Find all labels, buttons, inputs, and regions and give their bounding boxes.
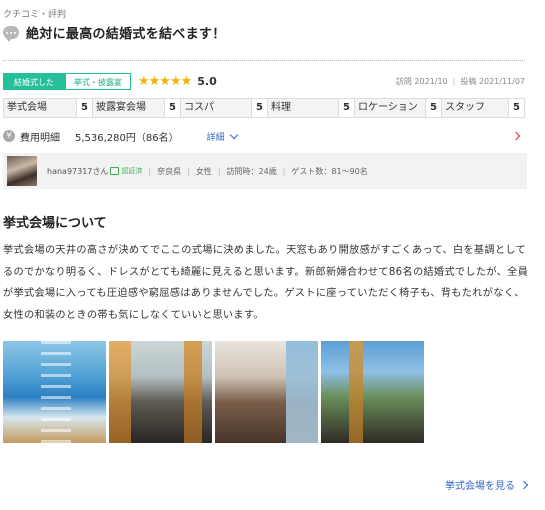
speech-bubble-icon [3,26,19,42]
cost-detail-toggle[interactable]: 詳細 [206,130,238,143]
chevron-down-icon [229,130,238,139]
venue-photo[interactable] [321,341,424,443]
venue-photo[interactable] [109,341,212,443]
status-badge-married: 結婚式した [3,72,65,90]
verified-badge: 認証済 [110,166,142,176]
review-title-row: 絶対に最高の結婚式を結べます！ [3,23,226,42]
chevron-right-icon[interactable] [511,131,521,141]
guest-count: ゲスト数：81〜90名 [291,166,368,176]
review-status-row: 結婚式した 挙式・披露宴 ★★★★★ 5.0 訪問 2021/10 | 投稿 202… [3,72,525,90]
cost-label: 費用明細 [20,132,60,144]
review-title: 絶対に最高の結婚式を結べます！ [26,27,226,42]
score-value: 5 [76,99,92,117]
breadcrumb: クチコミ・評判 [3,10,67,20]
cost-amount: 5,536,280円（86名） [75,132,179,144]
score-cell: ロケーション 5 [355,99,442,117]
score-cell: コスパ 5 [181,99,268,117]
star-rating-icon: ★★★★★ [138,73,192,89]
venue-photo[interactable] [3,341,106,443]
score-value: 5 [508,99,524,117]
score-label: 料理 [268,99,338,117]
reviewer-gender: 女性 [195,166,212,176]
score-cell: 挙式会場 5 [4,99,93,117]
post-date: 投稿 2021/11/07 [460,76,525,86]
verified-icon [110,167,120,175]
review-body: 挙式会場の天井の高さが決めてでここの式場に決めました。天窓もあり開放感がすごくあ… [3,245,529,321]
cost-detail-label: 詳細 [206,132,225,143]
reviewer-meta: hana97317さん 認証済 | 奈良県 | 女性 | 訪問時：24歳 | ゲスト数：… [47,166,368,177]
rating-score: 5.0 [197,74,217,88]
score-cell: 料理 5 [268,99,355,117]
score-value: 5 [338,99,354,117]
review-dates: 訪問 2021/10 | 投稿 2021/11/07 [395,76,525,86]
see-ceremony-venue-label: 挙式会場を見る [445,481,515,492]
reviewer-name[interactable]: hana97317さん [47,166,108,177]
divider [3,60,525,61]
see-ceremony-venue-link[interactable]: 挙式会場を見る [445,477,529,492]
score-value: 5 [425,99,441,117]
avatar[interactable] [7,156,37,186]
verified-label: 認証済 [121,167,143,175]
score-label: スタッフ [442,99,508,117]
score-table: 挙式会場 5 披露宴会場 5 コスパ 5 料理 5 ロケーション 5 スタッフ 5 [3,98,525,118]
score-value: 5 [164,99,180,117]
score-label: 披露宴会場 [93,99,164,117]
reviewer-bar: hana97317さん 認証済 | 奈良県 | 女性 | 訪問時：24歳 | ゲスト数：… [3,153,527,189]
score-label: 挙式会場 [4,99,76,117]
yen-icon: ¥ [3,130,15,142]
status-badge-ceremony: 挙式・披露宴 [65,72,131,90]
score-cell: 披露宴会場 5 [93,99,181,117]
score-value: 5 [251,99,267,117]
chevron-right-icon [519,480,529,489]
visit-date: 訪問 2021/10 [395,76,448,86]
venue-photo[interactable] [215,341,318,443]
photo-gallery [3,341,424,443]
score-label: コスパ [181,99,251,117]
section-title: 挙式会場について [3,216,107,231]
cost-row[interactable]: ¥ 費用明細 5,536,280円（86名） 詳細 [3,127,525,145]
score-cell: スタッフ 5 [442,99,524,117]
reviewer-prefecture: 奈良県 [157,166,182,176]
score-label: ロケーション [355,99,425,117]
reviewer-age: 訪問時：24歳 [226,166,277,176]
